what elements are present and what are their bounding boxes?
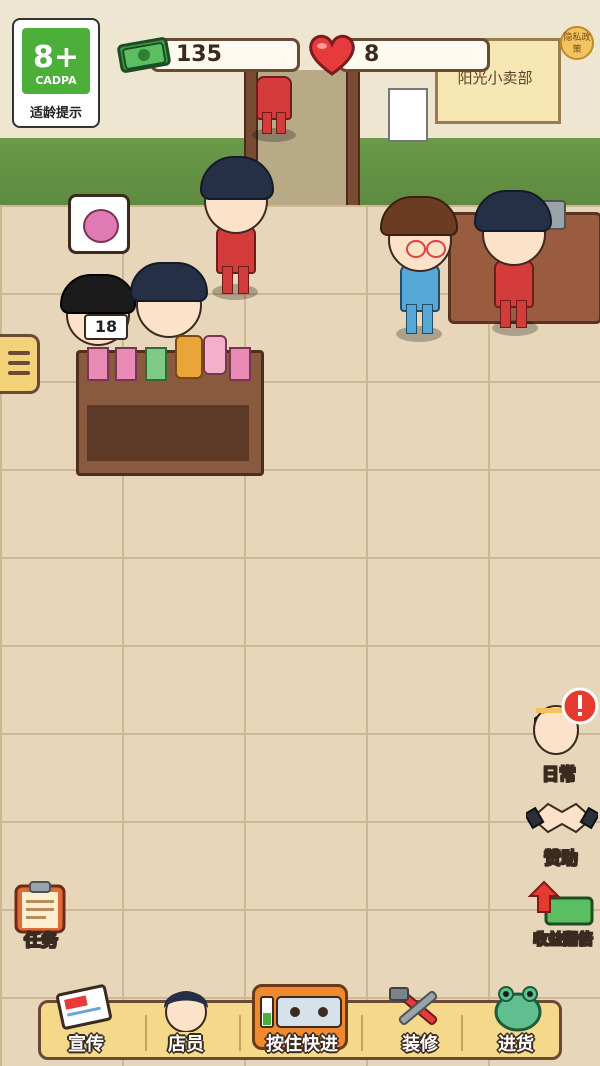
age-rating-org: CADPA: [35, 74, 77, 87]
age-rating-panel: 8+ CADPA: [22, 28, 90, 94]
decorate-label: 装修: [402, 1034, 438, 1055]
privacy-button[interactable]: 隐私政策: [560, 26, 594, 60]
handshake-icon: [523, 802, 600, 834]
daily-button[interactable]: 日常: [526, 687, 599, 786]
tools-icon: [389, 987, 438, 1025]
double-income-label: 收益翻倍: [532, 930, 593, 949]
restock-button[interactable]: [486, 984, 550, 1032]
wall-poster: [388, 88, 428, 142]
hearts-counter: [338, 38, 490, 72]
cash-icon: [117, 37, 171, 73]
snack-icon: [83, 209, 119, 243]
sponsor-label: 赞助: [544, 849, 579, 870]
goods-shelf[interactable]: [76, 335, 264, 476]
cash-value: 135: [176, 42, 222, 67]
order-bubble: [68, 194, 130, 254]
hearts-value: 8: [364, 42, 380, 67]
cash-up-icon: [527, 880, 594, 926]
menu-button[interactable]: [0, 334, 40, 394]
door-post-right: [346, 70, 360, 222]
age-rating-tip: 适龄提示: [29, 106, 82, 121]
game-scene: 阳光小卖部 隐私政策 135 8 8+ CADPA 适龄提示 18 日常 赞助 …: [0, 0, 600, 1066]
queue-number: 18: [84, 314, 128, 340]
task-button[interactable]: 任务: [10, 880, 76, 952]
promote-button[interactable]: [54, 984, 118, 1030]
cassette-icon: [260, 996, 342, 1028]
age-rating-badge: 8+ CADPA 适龄提示: [12, 18, 100, 128]
staff-label: 店员: [168, 1034, 204, 1055]
staff-button[interactable]: [156, 984, 216, 1033]
restock-label: 进货: [498, 1034, 534, 1055]
staff-avatar-icon: [164, 991, 208, 1033]
newspaper-icon: [56, 984, 112, 1030]
task-label: 任务: [24, 931, 59, 952]
decorate-button[interactable]: [386, 984, 450, 1032]
alert-icon: [561, 687, 599, 725]
frog-toy-icon: [494, 986, 542, 1032]
daily-label: 日常: [542, 765, 577, 786]
heart-icon: [309, 34, 355, 76]
sponsor-button[interactable]: 赞助: [523, 792, 600, 872]
age-rating: 8+: [32, 40, 79, 75]
fast-forward-label: 按住快进: [266, 1034, 338, 1055]
double-income-button[interactable]: 收益翻倍: [526, 878, 598, 954]
promote-label: 宣传: [68, 1034, 104, 1055]
